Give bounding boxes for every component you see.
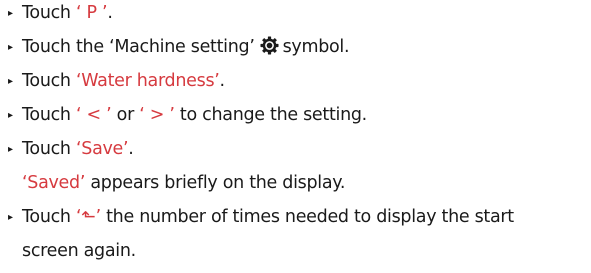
bullet-icon: ▸ xyxy=(8,110,13,121)
bullet-icon: ▸ xyxy=(8,212,13,223)
step-change-setting: ▸ Touch ‘ < ’ or ‘ > ’ to change the sett… xyxy=(8,104,367,127)
step-text: Touch the ‘Machine setting’ xyxy=(22,37,255,57)
step-return-start: ▸ Touch ‘⬑’ the number of times needed to… xyxy=(8,206,514,229)
note-text: appears briefly on the display. xyxy=(85,173,346,193)
step-text: or xyxy=(111,105,140,125)
back-key-label: ‘⬑’ xyxy=(76,207,101,227)
step-text: Touch xyxy=(22,139,76,159)
key-right-label: ‘ > ’ xyxy=(139,105,175,125)
step-machine-setting: ▸ Touch the ‘Machine setting’ symbol. xyxy=(8,36,350,61)
saved-label: ‘Saved’ xyxy=(22,173,86,193)
step-text: screen again. xyxy=(22,241,136,261)
bullet-icon: ▸ xyxy=(8,42,13,53)
step-continuation: screen again. xyxy=(22,240,136,262)
step-text: . xyxy=(107,3,113,23)
gear-icon xyxy=(260,36,279,61)
step-water-hardness: ▸ Touch ‘Water hardness’. xyxy=(8,70,225,93)
key-left-label: ‘ < ’ xyxy=(76,105,112,125)
step-text: Touch xyxy=(22,207,76,227)
saved-note: ‘Saved’ appears briefly on the display. xyxy=(22,172,345,194)
save-label: ‘Save’ xyxy=(76,139,129,159)
step-text: symbol. xyxy=(282,37,350,57)
key-p-label: ‘ P ’ xyxy=(76,3,108,23)
step-text: Touch xyxy=(22,105,76,125)
step-text: to change the setting. xyxy=(174,105,367,125)
step-save: ▸ Touch ‘Save’. xyxy=(8,138,134,161)
bullet-icon: ▸ xyxy=(8,144,13,155)
water-hardness-label: ‘Water hardness’ xyxy=(76,71,220,91)
step-touch-p: ▸ Touch ‘ P ’. xyxy=(8,2,113,25)
instruction-list: ▸ Touch ‘ P ’. ▸ Touch the ‘Machine settin… xyxy=(0,0,591,273)
step-text: . xyxy=(219,71,226,91)
bullet-icon: ▸ xyxy=(8,76,13,87)
bullet-icon: ▸ xyxy=(8,8,13,19)
step-text: . xyxy=(128,139,134,159)
step-text: Touch xyxy=(22,3,76,23)
step-text: the number of times needed to display th… xyxy=(100,207,514,227)
step-text: Touch xyxy=(22,71,76,91)
